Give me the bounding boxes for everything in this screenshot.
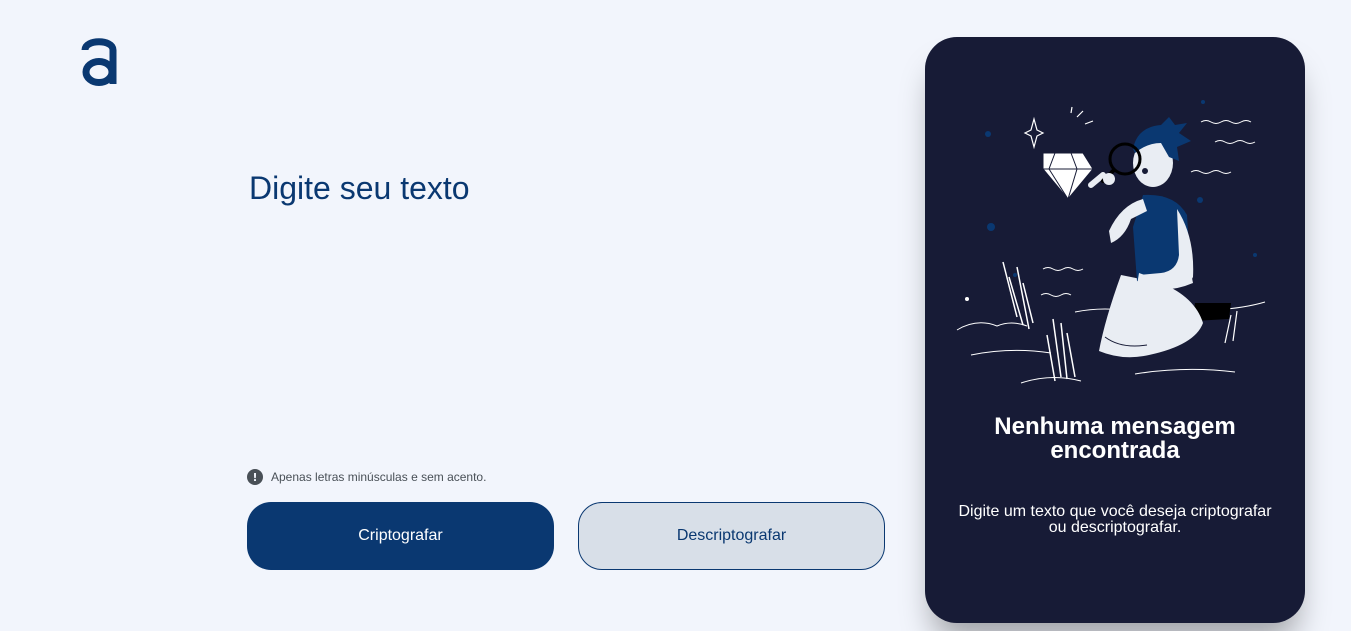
decrypt-button[interactable]: Descriptografar [578, 502, 885, 570]
hint-text: Apenas letras minúsculas e sem acento. [271, 470, 487, 484]
page: ! Apenas letras minúsculas e sem acento.… [0, 0, 1351, 631]
person-with-magnifying-glass-illustration [956, 100, 1266, 384]
encrypt-button[interactable]: Criptografar [247, 502, 554, 570]
message-input[interactable] [247, 160, 891, 450]
alura-logo-icon[interactable] [80, 36, 118, 88]
input-hint: ! Apenas letras minúsculas e sem acento. [247, 468, 486, 486]
exclamation-circle-icon: ! [247, 469, 263, 485]
empty-state-description: Digite um texto que você deseja criptogr… [958, 503, 1272, 536]
empty-state-title: Nenhuma mensagem encontrada [994, 413, 1236, 464]
output-panel: Nenhuma mensagem encontrada Digite um te… [925, 37, 1305, 623]
